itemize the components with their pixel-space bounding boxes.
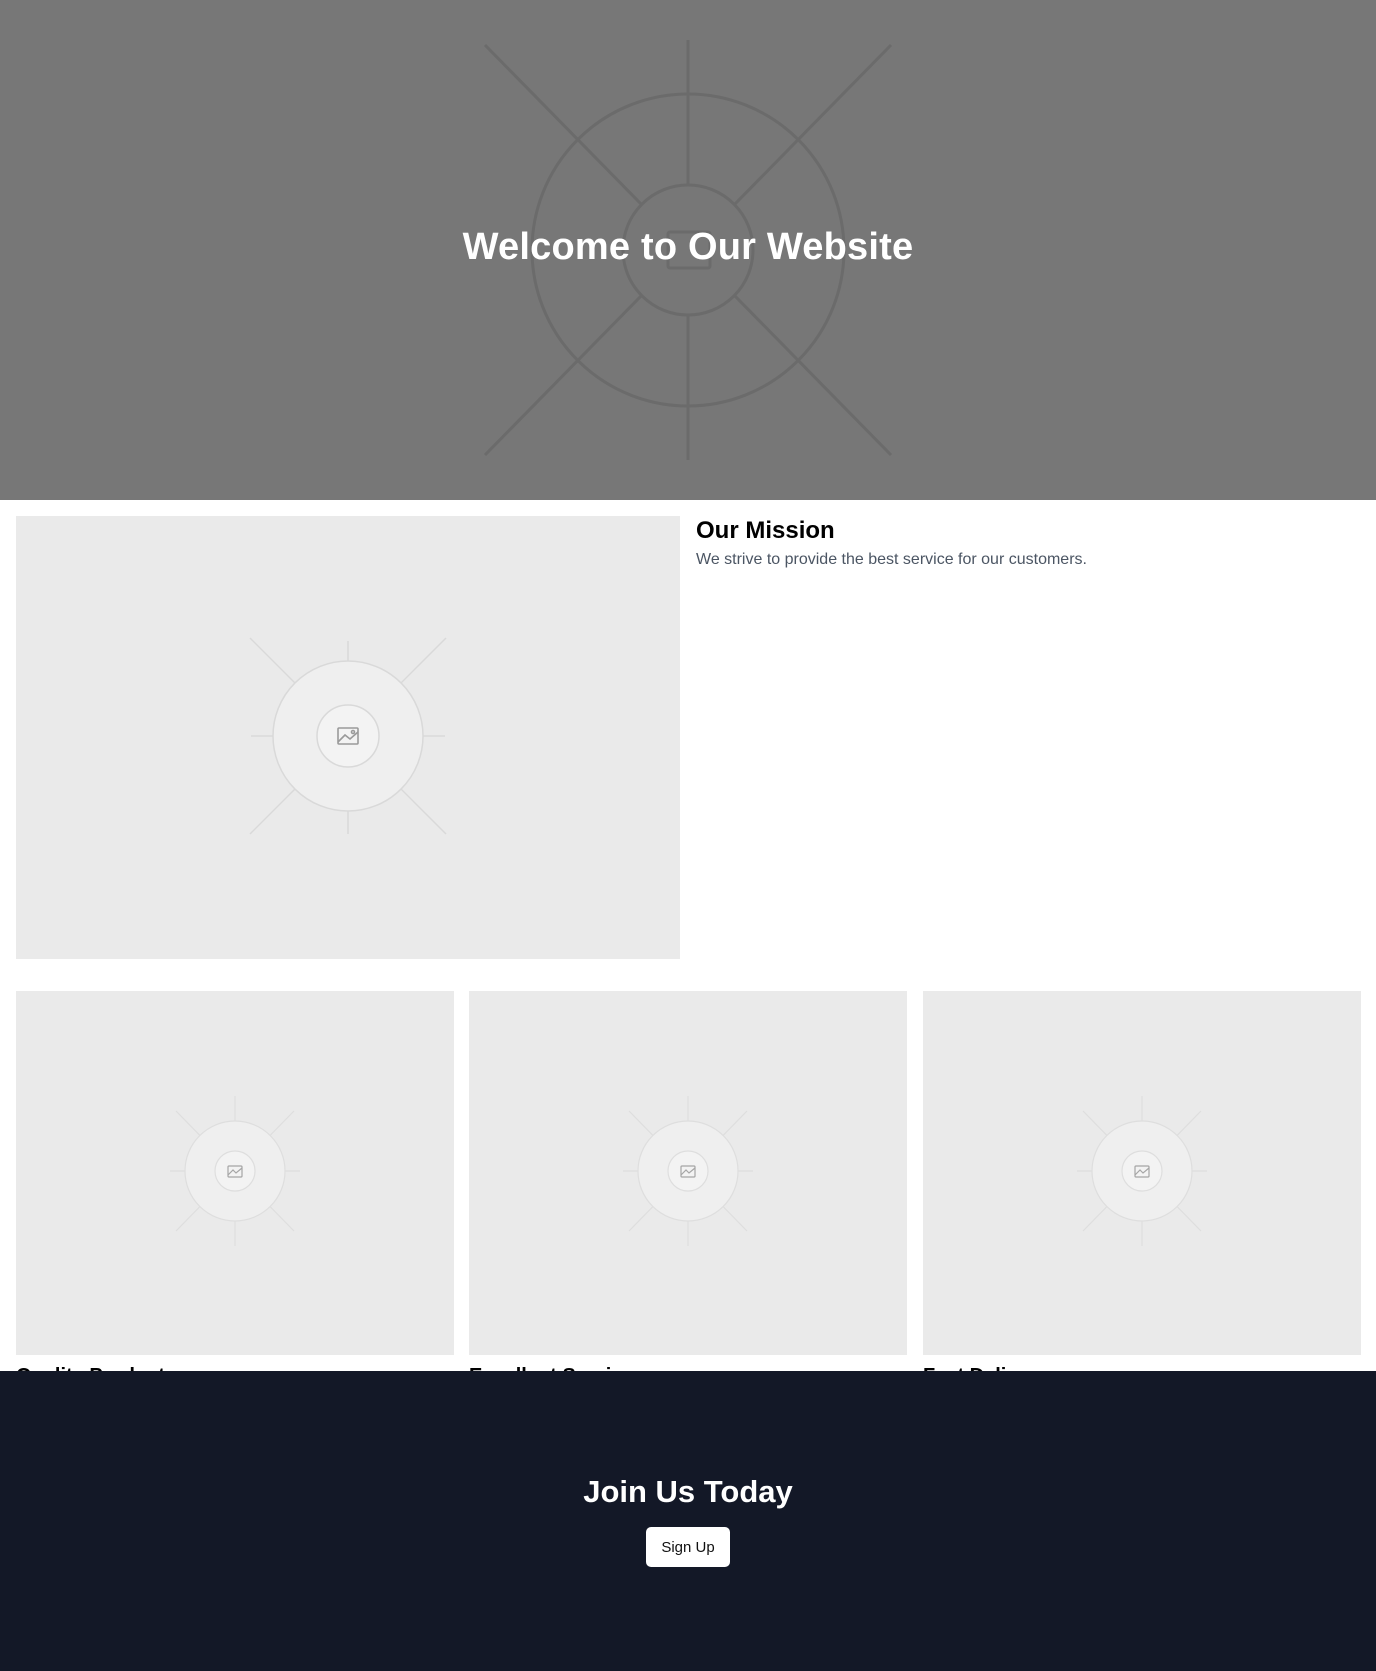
card-image-delivery <box>923 991 1361 1355</box>
hero-banner: Welcome to Our Website <box>0 0 1376 500</box>
image-placeholder-icon <box>1077 1096 1207 1246</box>
mission-text: We strive to provide the best service fo… <box>696 551 1087 568</box>
mission-title: Our Mission <box>696 517 835 544</box>
mission-image <box>16 516 680 959</box>
hero-title: Welcome to Our Website <box>462 226 914 268</box>
card-image-quality <box>16 991 454 1355</box>
image-placeholder-icon <box>249 637 447 835</box>
cta-section: Join Us Today Sign Up <box>0 1371 1376 1671</box>
sign-up-button[interactable]: Sign Up <box>646 1527 730 1567</box>
image-placeholder-icon <box>623 1096 753 1246</box>
card-image-service <box>469 991 907 1355</box>
cta-title: Join Us Today <box>583 1474 793 1509</box>
image-placeholder-icon <box>170 1096 300 1246</box>
